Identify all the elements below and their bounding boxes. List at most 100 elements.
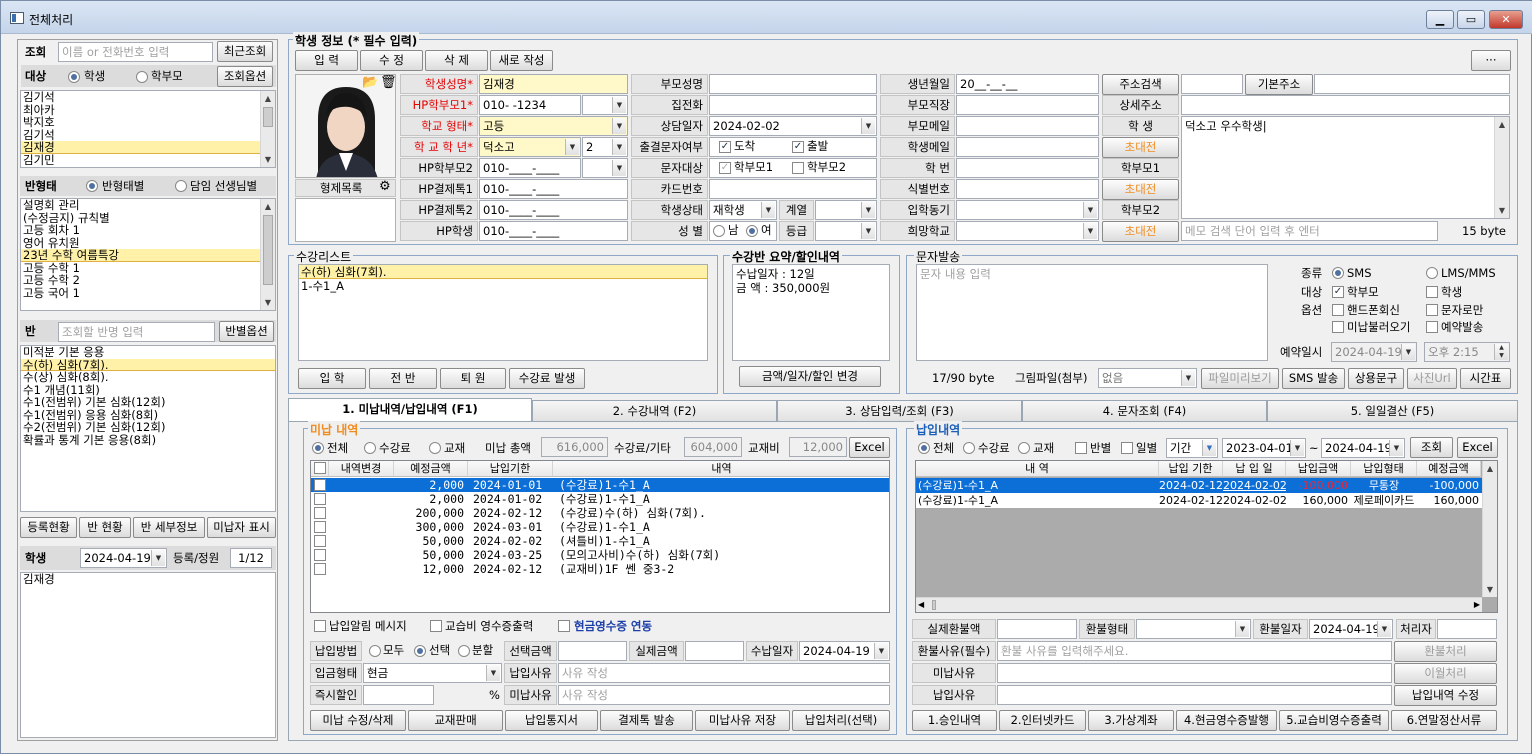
from-date-picker[interactable]: 2023-04-01 ▼ xyxy=(1222,438,1306,458)
list-item[interactable]: 김재경 xyxy=(21,573,275,586)
transfer-button[interactable]: 전 반 xyxy=(369,368,437,389)
list-item[interactable]: 김기민 xyxy=(21,153,275,167)
target-student-radio[interactable] xyxy=(68,71,80,83)
grid-header[interactable]: 납입형태 xyxy=(1351,461,1417,477)
folder-icon[interactable]: 📂 xyxy=(362,76,378,90)
class-status-button[interactable]: 반 현황 xyxy=(79,517,131,538)
grid-header[interactable]: 납 입 일 xyxy=(1223,461,1286,477)
hp-parent2-carrier-select[interactable]: ▼ xyxy=(582,158,628,178)
student-result-list[interactable]: 김재경 xyxy=(20,572,276,738)
by-class-checkbox[interactable] xyxy=(1075,442,1087,454)
refund-amount-input[interactable] xyxy=(997,619,1077,639)
pay-all-radio[interactable] xyxy=(369,645,381,657)
paid-fee-radio[interactable] xyxy=(963,442,975,454)
table-row[interactable]: 12,000 2024-02-12 (교재비)1F 쎈 중3-2 xyxy=(311,562,889,576)
attend-depart-checkbox[interactable]: ✓ xyxy=(792,141,804,153)
sms-textarea[interactable]: 문자 내용 입력 xyxy=(916,264,1268,361)
birth-input[interactable]: 20__-__-__ xyxy=(956,74,1099,94)
student-name-input[interactable]: 김재경 xyxy=(479,74,628,94)
list-item-selected[interactable]: 김재경 xyxy=(21,141,275,154)
virtual-account-button[interactable]: 3.가상계좌 xyxy=(1088,710,1174,731)
by-day-checkbox[interactable] xyxy=(1121,442,1133,454)
tab-consult[interactable]: 3. 상담입력/조회 (F3) xyxy=(777,400,1022,421)
unpaid-edit-button[interactable]: 미납 수정/삭제 xyxy=(310,710,406,731)
class-detail-button[interactable]: 반 세부정보 xyxy=(133,517,205,538)
textbook-sale-button[interactable]: 교재판매 xyxy=(408,710,503,731)
hp-parent1-carrier-select[interactable]: ▼ xyxy=(582,95,628,115)
row-checkbox[interactable] xyxy=(314,507,326,519)
to-date-picker[interactable]: 2024-04-19 ▼ xyxy=(1321,438,1405,458)
list-item[interactable]: 고등 국어 1 xyxy=(21,286,275,300)
tab-sms-history[interactable]: 4. 문자조회 (F4) xyxy=(1022,400,1267,421)
paid-grid[interactable]: 내 역 납입 기한 납 입 일 납입금액 납입형태 예정금액 (수강료)1-수1… xyxy=(915,460,1498,613)
trash-icon[interactable]: 🗑 xyxy=(380,76,397,90)
pay-notify-checkbox[interactable] xyxy=(314,620,326,632)
class-search-input[interactable]: 조회할 반명 입력 xyxy=(58,322,215,342)
tab-unpaid[interactable]: 1. 미납내역/납입내역 (F1) xyxy=(288,398,532,422)
unpaid-reason-input[interactable]: 사유 작성 xyxy=(558,685,890,705)
student-no-input[interactable] xyxy=(956,158,1099,178)
table-row[interactable]: 200,000 2024-02-12 (수강료)수(하) 심화(7회). xyxy=(311,506,889,520)
enroll-button[interactable]: 입 학 xyxy=(298,368,366,389)
row-checkbox[interactable] xyxy=(314,549,326,561)
paid-pay-reason-input[interactable] xyxy=(997,685,1392,705)
list-item[interactable]: 고등 회차 1 xyxy=(21,224,275,237)
list-item[interactable]: 수2(전범위) 기본 심화(12회) xyxy=(21,421,275,434)
cash-receipt-issue-button[interactable]: 4.현금영수증발행 xyxy=(1176,710,1277,731)
unpaid-reason-save-button[interactable]: 미납사유 저장 xyxy=(695,710,790,731)
internet-card-button[interactable]: 2.인터넷카드 xyxy=(999,710,1086,731)
paid-excel-button[interactable]: Excel xyxy=(1457,437,1498,458)
maximize-button[interactable]: ▭ xyxy=(1457,10,1485,29)
receive-date-picker[interactable]: 2024-04-19 ▼ xyxy=(799,641,890,661)
student-list-scrollbar[interactable]: ▲ ▼ xyxy=(260,91,275,167)
hp-paytalk2-input[interactable]: 010-____-____ xyxy=(479,200,628,220)
sms-parent1-checkbox[interactable]: ✓ xyxy=(719,162,731,174)
series-select[interactable]: ▼ xyxy=(815,200,877,220)
id-number-input[interactable] xyxy=(956,179,1099,199)
grid-header[interactable]: 납입 기한 xyxy=(1159,461,1223,477)
detail-address-input[interactable] xyxy=(1181,95,1510,115)
grid-header-check[interactable] xyxy=(311,461,329,477)
sms-send-button[interactable]: SMS 발송 xyxy=(1282,368,1345,389)
handler-input[interactable] xyxy=(1437,619,1497,639)
address-search-button[interactable]: 주소검색 xyxy=(1102,74,1179,95)
close-button[interactable]: ✕ xyxy=(1489,10,1523,29)
grid-header[interactable]: 내역변경 xyxy=(329,461,394,477)
gender-female-radio[interactable] xyxy=(746,225,758,237)
class-type-list[interactable]: 설명회 관리 (수정금지) 규칙별 고등 회차 1 영어 유치원 23년 수학 … xyxy=(20,198,276,311)
paid-grid-hscroll[interactable]: ◀ ▶ xyxy=(916,597,1482,612)
gender-male-radio[interactable] xyxy=(713,225,725,237)
memo-search-input[interactable]: 메모 검색 단어 입력 후 엔터 xyxy=(1181,221,1438,241)
table-row[interactable]: 2,000 2024-01-01 (수강료)1-수1_A xyxy=(311,478,889,492)
target-parent-radio[interactable] xyxy=(136,71,148,83)
refund-date-picker[interactable]: 2024-04-19 ▼ xyxy=(1309,619,1393,639)
edit-payment-button[interactable]: 납입내역 수정 xyxy=(1394,685,1497,706)
reserve-date-picker[interactable]: 2024-04-19 ▼ xyxy=(1331,342,1417,362)
list-item[interactable]: 수(상) 심화(8회). xyxy=(21,371,275,384)
sms-parent2-checkbox[interactable] xyxy=(792,162,804,174)
hp-student-input[interactable]: 010-____-____ xyxy=(479,221,628,241)
grid-header[interactable]: 내역 xyxy=(553,461,889,477)
parent-job-input[interactable] xyxy=(956,95,1099,115)
pay-split-radio[interactable] xyxy=(458,645,470,657)
tab-courses[interactable]: 2. 수강내역 (F2) xyxy=(532,400,777,421)
list-item[interactable]: 미적분 기본 응용 xyxy=(21,346,275,359)
cash-receipt-checkbox[interactable] xyxy=(558,620,570,632)
grid-header[interactable]: 예정금액 xyxy=(394,461,468,477)
list-item[interactable]: 고등 수학 2 xyxy=(21,274,275,287)
consult-date-picker[interactable]: 2024-02-02 ▼ xyxy=(709,116,877,136)
table-row[interactable]: 50,000 2024-03-25 (모의고사비)수(하) 심화(7회) xyxy=(311,548,889,562)
grid-header[interactable]: 예정금액 xyxy=(1417,461,1481,477)
recent-search-button[interactable]: 최근조회 xyxy=(217,41,273,62)
wish-school-select[interactable]: ▼ xyxy=(956,221,1099,241)
attend-arrive-checkbox[interactable]: ✓ xyxy=(719,141,731,153)
course-list[interactable]: 수(하) 심화(7회). 1-수1_A xyxy=(298,264,708,361)
tab-daily[interactable]: 5. 일일결산 (F5) xyxy=(1267,400,1518,421)
card-number-input[interactable] xyxy=(709,179,877,199)
paid-search-button[interactable]: 조회 xyxy=(1410,437,1453,458)
base-address-button[interactable]: 기본주소 xyxy=(1245,74,1313,95)
reserve-send-checkbox[interactable] xyxy=(1426,321,1438,333)
row-checkbox[interactable] xyxy=(314,479,326,491)
paid-all-radio[interactable] xyxy=(918,442,930,454)
paid-grid-vscroll[interactable]: ▲ ▼ xyxy=(1482,461,1497,597)
